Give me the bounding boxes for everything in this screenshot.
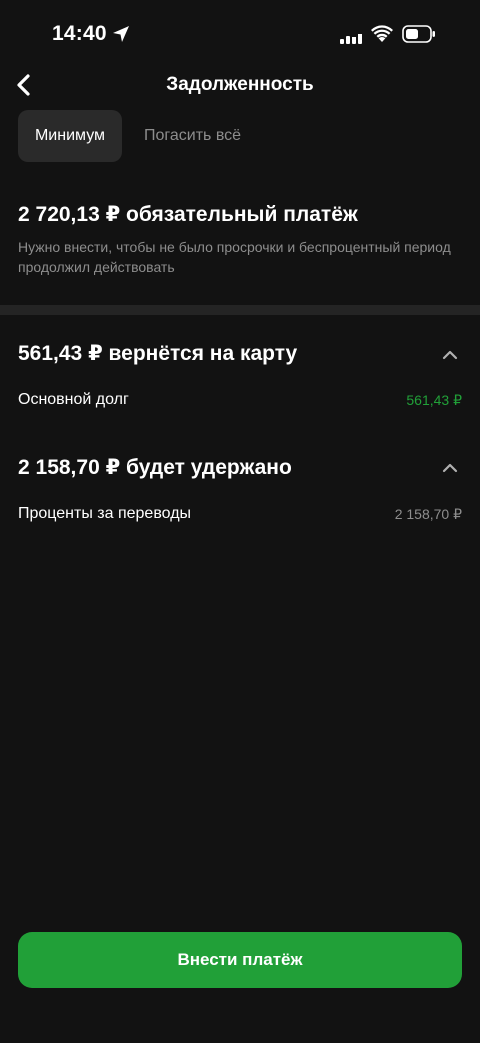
location-arrow-icon — [113, 26, 129, 42]
battery-icon — [402, 25, 435, 43]
refund-section-title[interactable]: 561,43 ₽ вернётся на карту — [18, 341, 297, 366]
required-payment-title: 2 720,13 ₽ обязательный платёж — [18, 203, 358, 226]
chevron-up-icon[interactable] — [440, 461, 460, 475]
withheld-section-title[interactable]: 2 158,70 ₽ будет удержано — [18, 455, 292, 480]
principal-debt-value: 561,43 ₽ — [406, 392, 462, 408]
chevron-up-icon[interactable] — [440, 348, 460, 362]
status-time: 14:40 — [52, 22, 107, 45]
segment-control: Минимум Погасить всё — [18, 110, 255, 162]
transfer-interest-label: Проценты за переводы — [18, 505, 192, 522]
tab-minimum[interactable]: Минимум — [18, 110, 122, 162]
principal-debt-label: Основной долг — [18, 391, 129, 408]
status-bar: 14:40 — [0, 0, 480, 70]
navigation-bar: Задолженность — [0, 62, 480, 108]
wifi-icon — [371, 25, 393, 42]
cellular-signal-icon — [340, 28, 362, 44]
make-payment-button[interactable]: Внести платёж — [18, 932, 462, 988]
transfer-interest-value: 2 158,70 ₽ — [394, 506, 462, 522]
page-title: Задолженность — [166, 74, 314, 95]
required-payment-description: Нужно внести, чтобы не было просрочки и … — [18, 239, 451, 275]
tab-pay-all[interactable]: Погасить всё — [122, 110, 255, 162]
section-divider — [0, 305, 480, 315]
